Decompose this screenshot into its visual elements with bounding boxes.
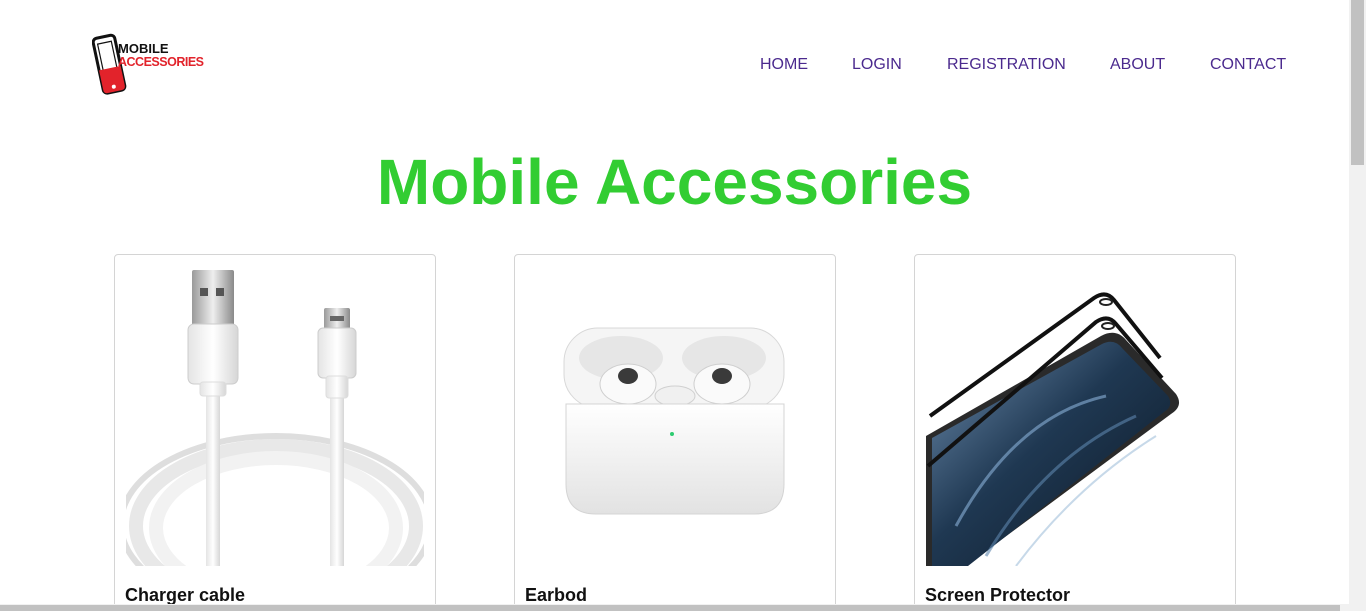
product-card-screen-protector[interactable]: Screen Protector — [914, 254, 1236, 604]
usb-cable-image — [126, 266, 424, 566]
product-name: Charger cable — [125, 585, 246, 604]
logo-line1: MOBILE — [118, 41, 169, 56]
nav-login[interactable]: LOGIN — [852, 56, 902, 74]
vertical-scroll-thumb[interactable] — [1351, 0, 1364, 165]
page: MOBILE ACCESSORIES HOME LOGIN REGISTRATI… — [0, 0, 1349, 604]
vertical-scrollbar[interactable] — [1349, 0, 1366, 611]
nav-about[interactable]: ABOUT — [1110, 56, 1165, 74]
product-card-earbod[interactable]: Earbod — [514, 254, 836, 604]
site-logo[interactable]: MOBILE ACCESSORIES — [91, 32, 204, 96]
horizontal-scroll-thumb[interactable] — [0, 605, 1340, 611]
product-card-charger-cable[interactable]: Charger cable — [114, 254, 436, 604]
page-title: Mobile Accessories — [376, 146, 973, 218]
logo-line2: ACCESSORIES — [118, 55, 204, 69]
logo-text: MOBILE ACCESSORIES — [118, 42, 204, 69]
nav-contact[interactable]: CONTACT — [1210, 56, 1286, 74]
screen-protector-image — [926, 266, 1224, 566]
product-name: Earbod — [525, 585, 588, 604]
horizontal-scrollbar[interactable] — [0, 604, 1349, 611]
earbuds-case-image — [526, 266, 824, 566]
product-name: Screen Protector — [925, 585, 1071, 604]
nav-home[interactable]: HOME — [760, 56, 808, 74]
nav-registration[interactable]: REGISTRATION — [947, 56, 1066, 74]
